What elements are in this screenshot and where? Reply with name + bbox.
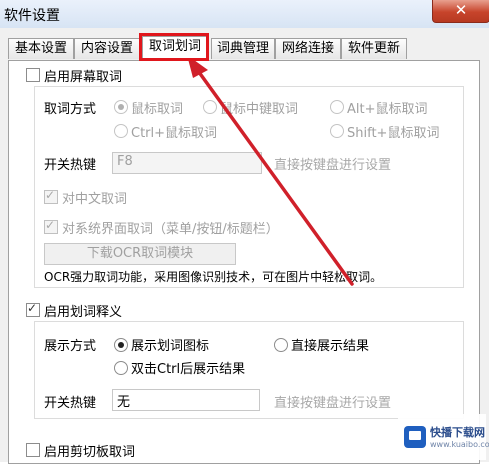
watermark: 快播下载网 www.kuaibo.com: [398, 414, 489, 460]
tab-highlight-box: [139, 33, 209, 61]
watermark-text: 快播下载网: [430, 426, 485, 439]
watermark-subtext: www.kuaibo.com: [430, 440, 489, 449]
watermark-logo-icon: [404, 426, 426, 448]
arrow-shaft: [194, 66, 354, 286]
annotation-arrow: [187, 55, 354, 286]
